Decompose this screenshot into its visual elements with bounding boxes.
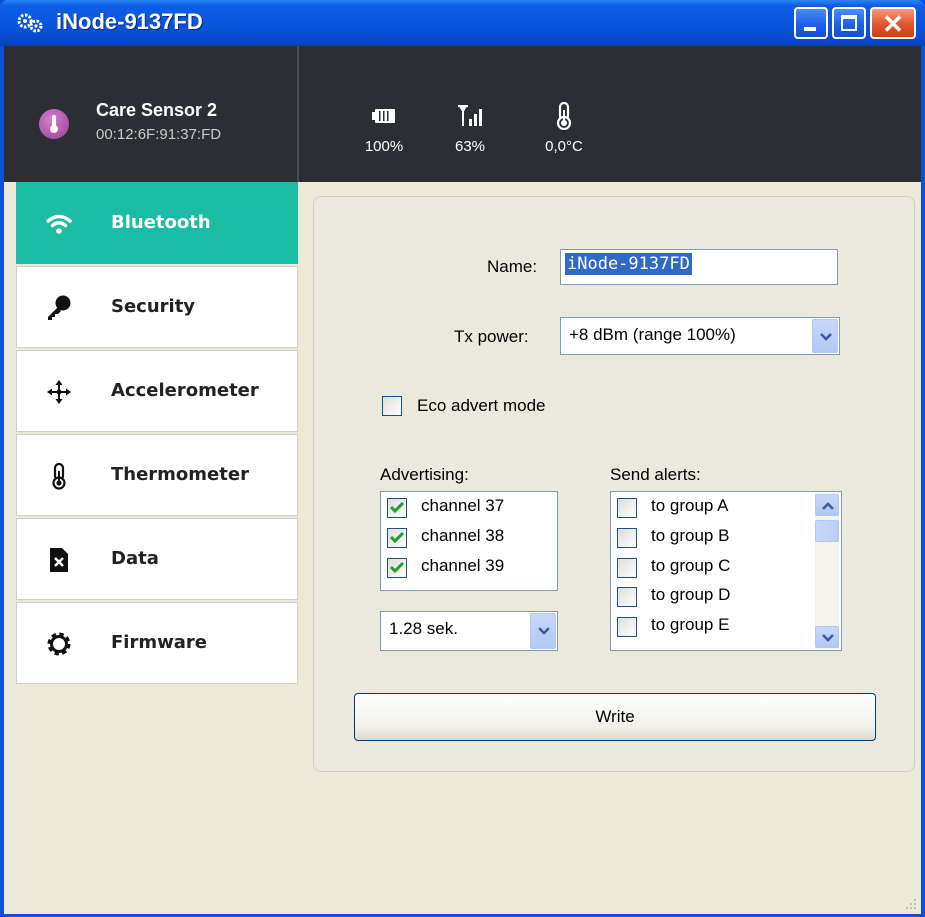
signal-icon bbox=[458, 105, 482, 126]
temperature-value: 0,0°C bbox=[545, 138, 583, 155]
move-arrows-icon bbox=[47, 380, 71, 404]
chevron-down-icon bbox=[538, 627, 550, 635]
list-item[interactable]: channel 39 bbox=[387, 555, 587, 585]
write-button[interactable]: Write bbox=[354, 693, 876, 741]
thermometer-icon bbox=[556, 102, 572, 130]
eco-advert-label: Eco advert mode bbox=[417, 396, 546, 415]
group-d-checkbox[interactable] bbox=[617, 587, 637, 607]
window-title: iNode-9137FD bbox=[56, 9, 203, 34]
key-icon bbox=[48, 295, 71, 320]
list-item-label: to group A bbox=[651, 496, 729, 515]
gears-icon bbox=[17, 13, 43, 33]
scroll-up-button[interactable] bbox=[815, 494, 839, 516]
sidebar: Bluetooth Security Accelerometer Thermom… bbox=[16, 182, 298, 686]
checkmark-icon bbox=[390, 562, 404, 574]
tx-power-label: Tx power: bbox=[454, 327, 529, 346]
group-c-checkbox[interactable] bbox=[617, 558, 637, 578]
device-name: Care Sensor 2 bbox=[96, 100, 218, 120]
list-item[interactable]: to group B bbox=[617, 525, 817, 555]
channel-37-checkbox[interactable] bbox=[387, 498, 407, 518]
list-item[interactable]: to group A bbox=[617, 495, 817, 525]
list-item-label: channel 38 bbox=[421, 526, 505, 545]
thermometer-icon bbox=[52, 462, 66, 490]
name-field-value: iNode-9137FD bbox=[565, 253, 692, 275]
thermometer-avatar-icon bbox=[50, 115, 58, 133]
interval-dropdown-button[interactable] bbox=[530, 613, 556, 649]
chevron-down-icon bbox=[822, 634, 834, 642]
list-item[interactable]: to group D bbox=[617, 584, 817, 614]
close-button[interactable]: ✕ bbox=[870, 7, 916, 39]
battery-stat: 100% bbox=[354, 102, 414, 155]
channel-39-checkbox[interactable] bbox=[387, 558, 407, 578]
list-item-label: to group B bbox=[651, 526, 730, 545]
device-header: Care Sensor 2 00:12:6F:91:37:FD 100% 63%… bbox=[4, 46, 921, 182]
list-item[interactable]: channel 37 bbox=[387, 495, 587, 525]
sidebar-item-label: Firmware bbox=[111, 632, 207, 653]
list-item[interactable]: to group C bbox=[617, 555, 817, 585]
alert-groups-list: to group A to group B to group C to grou… bbox=[610, 491, 842, 651]
group-b-checkbox[interactable] bbox=[617, 528, 637, 548]
device-mac-address: 00:12:6F:91:37:FD bbox=[96, 126, 222, 143]
list-item-label: to group E bbox=[651, 615, 730, 634]
signal-stat: 63% bbox=[440, 102, 500, 155]
temperature-stat: 0,0°C bbox=[534, 102, 594, 155]
checkmark-icon bbox=[390, 532, 404, 544]
sidebar-item-label: Bluetooth bbox=[111, 212, 211, 233]
name-field[interactable]: iNode-9137FD bbox=[560, 249, 838, 285]
advertising-interval-select[interactable]: 1.28 sek. bbox=[380, 611, 558, 651]
app-window: iNode-9137FD ✕ Care Sensor 2 00:12:6F:91… bbox=[0, 0, 925, 917]
list-item[interactable]: to group E bbox=[617, 614, 817, 644]
advertising-channels-list: channel 37 channel 38 channel 39 bbox=[380, 491, 558, 591]
minimize-icon bbox=[804, 27, 816, 31]
sidebar-item-firmware[interactable]: Firmware bbox=[16, 602, 298, 684]
maximize-button[interactable] bbox=[832, 7, 866, 39]
close-icon: ✕ bbox=[882, 9, 904, 39]
tx-power-select[interactable]: +8 dBm (range 100%) bbox=[560, 317, 840, 355]
wifi-icon bbox=[46, 214, 72, 234]
sidebar-item-label: Accelerometer bbox=[111, 380, 259, 401]
signal-value: 63% bbox=[454, 138, 486, 155]
gear-icon bbox=[47, 632, 71, 656]
list-item-label: channel 37 bbox=[421, 496, 505, 515]
sidebar-item-label: Thermometer bbox=[111, 464, 249, 485]
group-e-checkbox[interactable] bbox=[617, 617, 637, 637]
chevron-down-icon bbox=[820, 333, 832, 341]
send-alerts-label: Send alerts: bbox=[610, 465, 701, 484]
channel-38-checkbox[interactable] bbox=[387, 528, 407, 548]
list-item-label: to group C bbox=[651, 556, 731, 575]
battery-icon bbox=[372, 109, 395, 123]
file-x-icon bbox=[50, 548, 68, 572]
tx-power-value: +8 dBm (range 100%) bbox=[569, 325, 736, 344]
sidebar-item-label: Security bbox=[111, 296, 196, 317]
title-bar[interactable]: iNode-9137FD ✕ bbox=[0, 0, 925, 46]
maximize-icon bbox=[841, 15, 857, 31]
bluetooth-settings-panel: Name: iNode-9137FD Tx power: +8 dBm (ran… bbox=[313, 196, 915, 772]
sidebar-item-security[interactable]: Security bbox=[16, 266, 298, 348]
resize-grip-icon[interactable] bbox=[905, 898, 917, 910]
sidebar-item-thermometer[interactable]: Thermometer bbox=[16, 434, 298, 516]
advertising-interval-value: 1.28 sek. bbox=[389, 619, 458, 638]
sidebar-item-data[interactable]: Data bbox=[16, 518, 298, 600]
vertical-scrollbar[interactable] bbox=[815, 494, 839, 648]
chevron-up-icon bbox=[822, 502, 834, 510]
battery-value: 100% bbox=[364, 138, 404, 155]
checkmark-icon bbox=[390, 502, 404, 514]
sidebar-item-bluetooth[interactable]: Bluetooth bbox=[16, 182, 298, 264]
client-area: Care Sensor 2 00:12:6F:91:37:FD 100% 63%… bbox=[4, 46, 921, 914]
scrollbar-thumb[interactable] bbox=[815, 520, 839, 542]
eco-advert-checkbox[interactable] bbox=[382, 396, 402, 416]
name-label: Name: bbox=[487, 257, 538, 276]
scroll-down-button[interactable] bbox=[815, 626, 839, 648]
list-item-label: channel 39 bbox=[421, 556, 505, 575]
list-item[interactable]: channel 38 bbox=[387, 525, 587, 555]
device-avatar bbox=[39, 109, 69, 139]
minimize-button[interactable] bbox=[794, 7, 828, 39]
list-item-label: to group D bbox=[651, 585, 731, 604]
group-a-checkbox[interactable] bbox=[617, 498, 637, 518]
sidebar-item-label: Data bbox=[111, 548, 159, 569]
tx-power-dropdown-button[interactable] bbox=[812, 319, 838, 353]
header-divider bbox=[297, 46, 299, 182]
advertising-label: Advertising: bbox=[380, 465, 469, 484]
sidebar-item-accelerometer[interactable]: Accelerometer bbox=[16, 350, 298, 432]
